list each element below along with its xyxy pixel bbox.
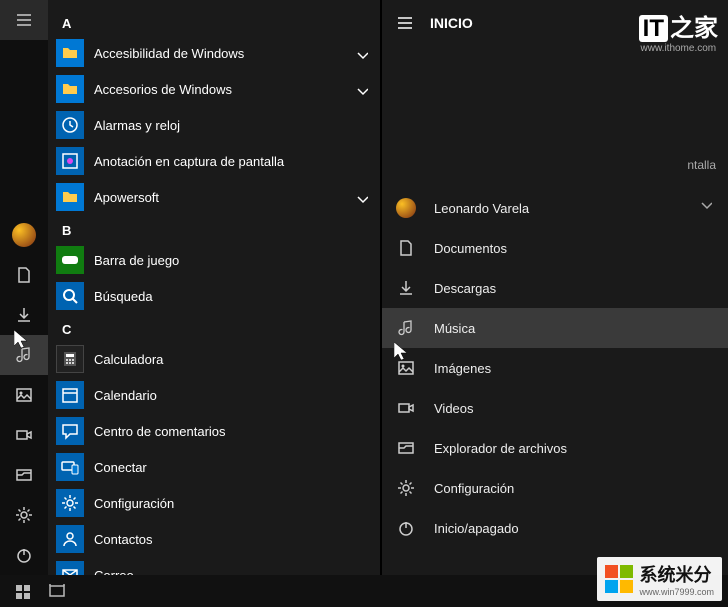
app-label: Apowersoft xyxy=(94,190,344,205)
explorer-rail-button[interactable] xyxy=(0,455,48,495)
app-item[interactable]: Accesibilidad de Windows xyxy=(48,35,380,71)
start-menu-collapsed: A Accesibilidad de Windows Accesorios de… xyxy=(0,0,380,607)
menu-item-images[interactable]: Imágenes xyxy=(382,348,728,388)
folder-icon xyxy=(56,75,84,103)
chevron-down-icon xyxy=(354,46,380,60)
settings-rail-button[interactable] xyxy=(0,495,48,535)
section-header[interactable]: A xyxy=(48,8,380,35)
chevron-down-icon xyxy=(354,82,380,96)
snip-icon xyxy=(56,147,84,175)
contacts-icon xyxy=(56,525,84,553)
app-label: Alarmas y reloj xyxy=(94,118,380,133)
app-label: Accesorios de Windows xyxy=(94,82,344,97)
images-icon xyxy=(396,359,416,377)
videos-icon xyxy=(396,399,416,417)
start-title: INICIO xyxy=(430,15,473,31)
power-icon xyxy=(396,519,416,537)
menu-item-label: Música xyxy=(434,321,475,336)
search-icon xyxy=(56,282,84,310)
watermark-win7999: 系统米分 www.win7999.com xyxy=(597,557,722,601)
app-label: Búsqueda xyxy=(94,289,380,304)
menu-item-label: Documentos xyxy=(434,241,507,256)
start-button[interactable] xyxy=(14,583,30,599)
chevron-down-icon xyxy=(698,196,712,210)
app-label: Configuración xyxy=(94,496,380,511)
documents-rail-button[interactable] xyxy=(0,255,48,295)
app-item[interactable]: Alarmas y reloj xyxy=(48,107,380,143)
menu-item-label: Videos xyxy=(434,401,474,416)
connect-icon xyxy=(56,453,84,481)
section-header[interactable]: B xyxy=(48,215,380,242)
settings-icon xyxy=(56,489,84,517)
expanded-menu: INICIO ntalla Leonardo Varela Documentos… xyxy=(382,0,728,607)
menu-item-document[interactable]: Documentos xyxy=(382,228,728,268)
app-item[interactable]: Configuración xyxy=(48,485,380,521)
downloads-rail-button[interactable] xyxy=(0,295,48,335)
app-label: Accesibilidad de Windows xyxy=(94,46,344,61)
left-rail xyxy=(0,0,48,607)
app-item[interactable]: Conectar xyxy=(48,449,380,485)
gamebar-icon xyxy=(56,246,84,274)
menu-item-label: Leonardo Varela xyxy=(434,201,529,216)
calendar-icon xyxy=(56,381,84,409)
app-label: Anotación en captura de pantalla xyxy=(94,154,380,169)
music-rail-button[interactable] xyxy=(0,335,48,375)
section-header[interactable]: C xyxy=(48,314,380,341)
menu-item-label: Configuración xyxy=(434,481,514,496)
download-icon xyxy=(396,279,416,297)
menu-item-label: Imágenes xyxy=(434,361,491,376)
chevron-down-icon xyxy=(354,190,380,204)
feedback-icon xyxy=(56,417,84,445)
menu-item-label: Explorador de archivos xyxy=(434,441,567,456)
menu-item-avatar[interactable]: Leonardo Varela xyxy=(382,188,728,228)
folder-icon xyxy=(56,39,84,67)
app-label: Calculadora xyxy=(94,352,380,367)
app-item[interactable]: Calculadora xyxy=(48,341,380,377)
avatar-icon xyxy=(12,223,36,247)
user-avatar-button[interactable] xyxy=(0,215,48,255)
power-rail-button[interactable] xyxy=(0,535,48,575)
app-item[interactable]: Anotación en captura de pantalla xyxy=(48,143,380,179)
app-label: Calendario xyxy=(94,388,380,403)
app-label: Centro de comentarios xyxy=(94,424,380,439)
settings-icon xyxy=(396,479,416,497)
app-list: A Accesibilidad de Windows Accesorios de… xyxy=(48,0,380,607)
app-item[interactable]: Calendario xyxy=(48,377,380,413)
microsoft-logo-icon xyxy=(605,565,633,593)
menu-item-label: Descargas xyxy=(434,281,496,296)
app-label: Barra de juego xyxy=(94,253,380,268)
hamburger-button[interactable] xyxy=(396,14,414,32)
menu-item-power[interactable]: Inicio/apagado xyxy=(382,508,728,548)
calc-icon xyxy=(56,345,84,373)
videos-rail-button[interactable] xyxy=(0,415,48,455)
document-icon xyxy=(396,239,416,257)
hamburger-button[interactable] xyxy=(0,0,48,40)
truncated-peek-text: ntalla xyxy=(687,158,716,172)
menu-item-explorer[interactable]: Explorador de archivos xyxy=(382,428,728,468)
music-icon xyxy=(396,319,416,337)
app-label: Contactos xyxy=(94,532,380,547)
explorer-icon xyxy=(396,439,416,457)
app-item[interactable]: Barra de juego xyxy=(48,242,380,278)
app-item[interactable]: Accesorios de Windows xyxy=(48,71,380,107)
app-item[interactable]: Contactos xyxy=(48,521,380,557)
app-label: Conectar xyxy=(94,460,380,475)
avatar-icon xyxy=(396,198,416,218)
taskview-button[interactable] xyxy=(48,582,66,600)
folder-icon xyxy=(56,183,84,211)
app-item[interactable]: Apowersoft xyxy=(48,179,380,215)
app-item[interactable]: Búsqueda xyxy=(48,278,380,314)
avatar-icon xyxy=(396,198,416,218)
menu-item-label: Inicio/apagado xyxy=(434,521,519,536)
start-menu-expanded: INICIO ntalla Leonardo Varela Documentos… xyxy=(382,0,728,607)
menu-item-download[interactable]: Descargas xyxy=(382,268,728,308)
menu-item-settings[interactable]: Configuración xyxy=(382,468,728,508)
clock-icon xyxy=(56,111,84,139)
menu-item-videos[interactable]: Videos xyxy=(382,388,728,428)
images-rail-button[interactable] xyxy=(0,375,48,415)
menu-item-music[interactable]: Música xyxy=(382,308,728,348)
app-item[interactable]: Centro de comentarios xyxy=(48,413,380,449)
watermark-ithome: IT之家 www.ithome.com xyxy=(639,8,718,54)
